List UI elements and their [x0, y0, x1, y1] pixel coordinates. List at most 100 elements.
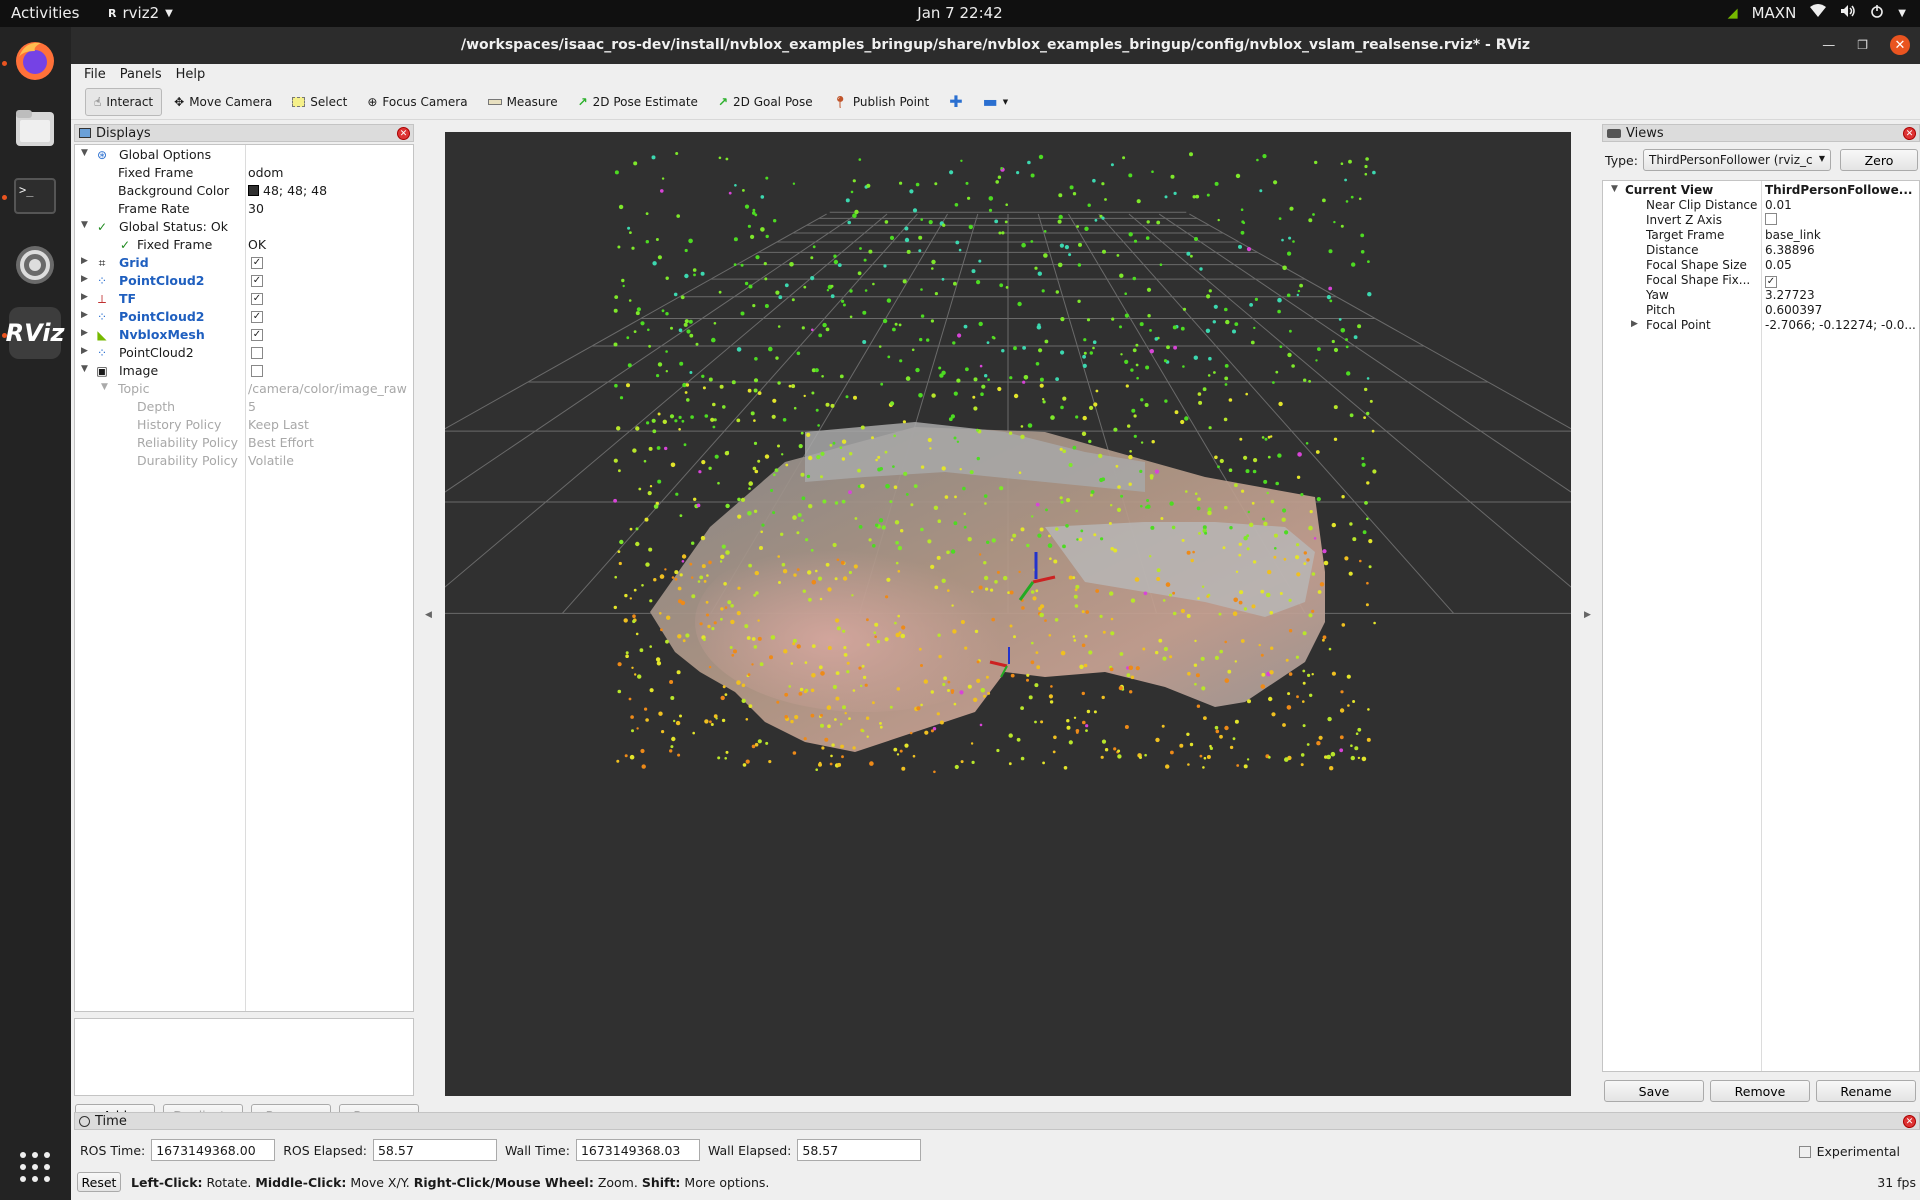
- tree-row-topic[interactable]: ▼ Topic /camera/color/image_raw: [75, 380, 413, 398]
- close-panel-icon[interactable]: ✕: [1903, 127, 1916, 140]
- expand-arrow-icon[interactable]: ▼: [81, 148, 88, 158]
- tree-row-near-clip[interactable]: Near Clip Distance 0.01: [1603, 198, 1920, 213]
- expand-arrow-icon[interactable]: ▼: [81, 364, 88, 374]
- 2d-pose-estimate-tool-button[interactable]: ↗ 2D Pose Estimate: [570, 88, 706, 116]
- rviz-icon[interactable]: RViz: [6, 307, 64, 359]
- tree-row-yaw[interactable]: Yaw 3.27723: [1603, 288, 1920, 303]
- tree-row-frame-rate[interactable]: Frame Rate 30: [75, 200, 413, 218]
- tree-row-pointcloud2[interactable]: ▶ ⁘ PointCloud2 ✓: [75, 308, 413, 326]
- displays-panel-header[interactable]: Displays ✕: [74, 124, 414, 142]
- app-grid-icon[interactable]: [9, 1141, 61, 1193]
- tree-row-invert-z[interactable]: Invert Z Axis: [1603, 213, 1920, 228]
- invert-z-checkbox[interactable]: [1765, 213, 1915, 228]
- close-window-icon[interactable]: ✕: [1890, 35, 1910, 55]
- tree-row-target-frame[interactable]: Target Frame base_link: [1603, 228, 1920, 243]
- display-enabled-checkbox[interactable]: ✓: [251, 275, 263, 287]
- remove-view-button[interactable]: Remove: [1710, 1080, 1810, 1102]
- move-camera-tool-button[interactable]: ✥ Move Camera: [166, 88, 280, 116]
- tree-row-focal-shape-size[interactable]: Focal Shape Size 0.05: [1603, 258, 1920, 273]
- collapse-arrow-icon[interactable]: ▶: [1631, 319, 1638, 329]
- menu-file[interactable]: File: [77, 67, 113, 82]
- maximize-icon[interactable]: ❐: [1857, 38, 1868, 52]
- tree-row-nvbloxmesh[interactable]: ▶ ◣ NvbloxMesh ✓: [75, 326, 413, 344]
- tree-row-reliability-policy[interactable]: Reliability Policy Best Effort: [75, 434, 413, 452]
- experimental-checkbox[interactable]: [1798, 1145, 1811, 1158]
- power-mode-label[interactable]: MAXN: [1752, 4, 1797, 22]
- files-icon[interactable]: [9, 102, 61, 154]
- select-tool-button[interactable]: Select: [284, 88, 355, 116]
- tree-row-current-view[interactable]: ▼ Current View ThirdPersonFollowe...: [1603, 183, 1920, 198]
- expand-arrow-icon[interactable]: ▼: [1611, 184, 1618, 194]
- prop-value[interactable]: -2.7066; -0.12274; -0.0...: [1765, 318, 1915, 332]
- close-panel-icon[interactable]: ✕: [397, 127, 410, 140]
- ros-elapsed-field[interactable]: 58.57: [372, 1139, 497, 1161]
- display-enabled-checkbox[interactable]: ✓: [251, 257, 263, 269]
- reliability-policy-value[interactable]: Best Effort: [248, 435, 314, 450]
- collapse-arrow-icon[interactable]: ▶: [81, 346, 88, 356]
- expand-arrow-icon[interactable]: ▼: [101, 382, 108, 392]
- collapse-arrow-icon[interactable]: ▶: [81, 328, 88, 338]
- tree-row-pitch[interactable]: Pitch 0.600397: [1603, 303, 1920, 318]
- tree-row-distance[interactable]: Distance 6.38896: [1603, 243, 1920, 258]
- tree-row-image[interactable]: ▼ ▣ Image: [75, 362, 413, 380]
- view-type-select[interactable]: ThirdPersonFollower (rviz_c ▼: [1643, 149, 1831, 171]
- depth-value[interactable]: 5: [248, 399, 256, 414]
- tree-row-focal-shape-fixed[interactable]: Focal Shape Fix... ✓: [1603, 273, 1920, 288]
- wall-time-field[interactable]: 1673149368.03: [575, 1139, 700, 1161]
- views-panel-header[interactable]: Views ✕: [1602, 124, 1920, 142]
- tree-row-tf[interactable]: ▶ ⟂ TF ✓: [75, 290, 413, 308]
- 3d-render-viewport[interactable]: [445, 132, 1571, 1096]
- tree-row-history-policy[interactable]: History Policy Keep Last: [75, 416, 413, 434]
- focus-camera-tool-button[interactable]: ⊕ Focus Camera: [359, 88, 475, 116]
- rename-view-button[interactable]: Rename: [1816, 1080, 1916, 1102]
- display-enabled-checkbox[interactable]: [251, 347, 263, 359]
- clock[interactable]: Jan 7 22:42: [917, 4, 1002, 22]
- terminal-icon[interactable]: >_: [9, 170, 61, 222]
- topic-value[interactable]: /camera/color/image_raw: [248, 381, 407, 396]
- remove-tool-button[interactable]: ▬ ▼: [975, 88, 1017, 116]
- app-menu[interactable]: R rviz2 ▼: [108, 4, 173, 22]
- display-enabled-checkbox[interactable]: ✓: [251, 329, 263, 341]
- display-enabled-checkbox[interactable]: ✓: [251, 311, 263, 323]
- tree-row-background-color[interactable]: Background Color 48; 48; 48: [75, 182, 413, 200]
- frame-rate-value[interactable]: 30: [248, 201, 264, 216]
- tree-row-focal-point[interactable]: ▶ Focal Point -2.7066; -0.12274; -0.0...: [1603, 318, 1920, 333]
- menu-help[interactable]: Help: [169, 67, 213, 82]
- close-panel-icon[interactable]: ✕: [1903, 1115, 1916, 1128]
- tree-row-durability-policy[interactable]: Durability Policy Volatile: [75, 452, 413, 470]
- collapse-arrow-icon[interactable]: ▶: [81, 256, 88, 266]
- collapse-left-panel-icon[interactable]: ◀: [425, 610, 432, 620]
- prop-value[interactable]: 6.38896: [1765, 243, 1915, 257]
- prop-value[interactable]: base_link: [1765, 228, 1915, 242]
- interact-tool-button[interactable]: ☝ Interact: [85, 87, 163, 116]
- collapse-right-panel-icon[interactable]: ▶: [1584, 610, 1591, 620]
- save-view-button[interactable]: Save: [1604, 1080, 1704, 1102]
- tree-row-fixed-frame[interactable]: Fixed Frame odom: [75, 164, 413, 182]
- display-enabled-checkbox[interactable]: ✓: [251, 293, 263, 305]
- add-tool-button[interactable]: ✚: [941, 88, 970, 116]
- tree-row-status-fixed-frame[interactable]: ✓ Fixed Frame OK: [75, 236, 413, 254]
- 2d-goal-pose-tool-button[interactable]: ↗ 2D Goal Pose: [710, 88, 821, 116]
- menu-panels[interactable]: Panels: [113, 67, 169, 82]
- wall-elapsed-field[interactable]: 58.57: [797, 1139, 922, 1161]
- tree-row-global-options[interactable]: ▼ ⊛ Global Options: [75, 146, 413, 164]
- minimize-icon[interactable]: —: [1822, 38, 1835, 53]
- window-titlebar[interactable]: /workspaces/isaac_ros-dev/install/nvblox…: [71, 27, 1920, 64]
- background-color-value[interactable]: 48; 48; 48: [248, 183, 327, 198]
- collapse-arrow-icon[interactable]: ▶: [81, 274, 88, 284]
- prop-value[interactable]: 3.27723: [1765, 288, 1915, 302]
- display-enabled-checkbox[interactable]: [251, 365, 263, 377]
- time-panel-header[interactable]: Time ✕: [74, 1112, 1920, 1130]
- history-policy-value[interactable]: Keep Last: [248, 417, 309, 432]
- experimental-toggle[interactable]: Experimental: [1798, 1144, 1900, 1159]
- tree-row-grid[interactable]: ▶ ⌗ Grid ✓: [75, 254, 413, 272]
- system-tray[interactable]: ◢ MAXN ▼: [1728, 4, 1906, 22]
- settings-icon[interactable]: [9, 239, 61, 291]
- measure-tool-button[interactable]: Measure: [480, 88, 566, 116]
- tree-row-pointcloud2[interactable]: ▶ ⁘ PointCloud2 ✓: [75, 272, 413, 290]
- expand-arrow-icon[interactable]: ▼: [81, 220, 88, 230]
- tree-row-pointcloud2[interactable]: ▶ ⁘ PointCloud2: [75, 344, 413, 362]
- fixed-frame-value[interactable]: odom: [248, 165, 283, 180]
- prop-value[interactable]: 0.05: [1765, 258, 1915, 272]
- collapse-arrow-icon[interactable]: ▶: [81, 292, 88, 302]
